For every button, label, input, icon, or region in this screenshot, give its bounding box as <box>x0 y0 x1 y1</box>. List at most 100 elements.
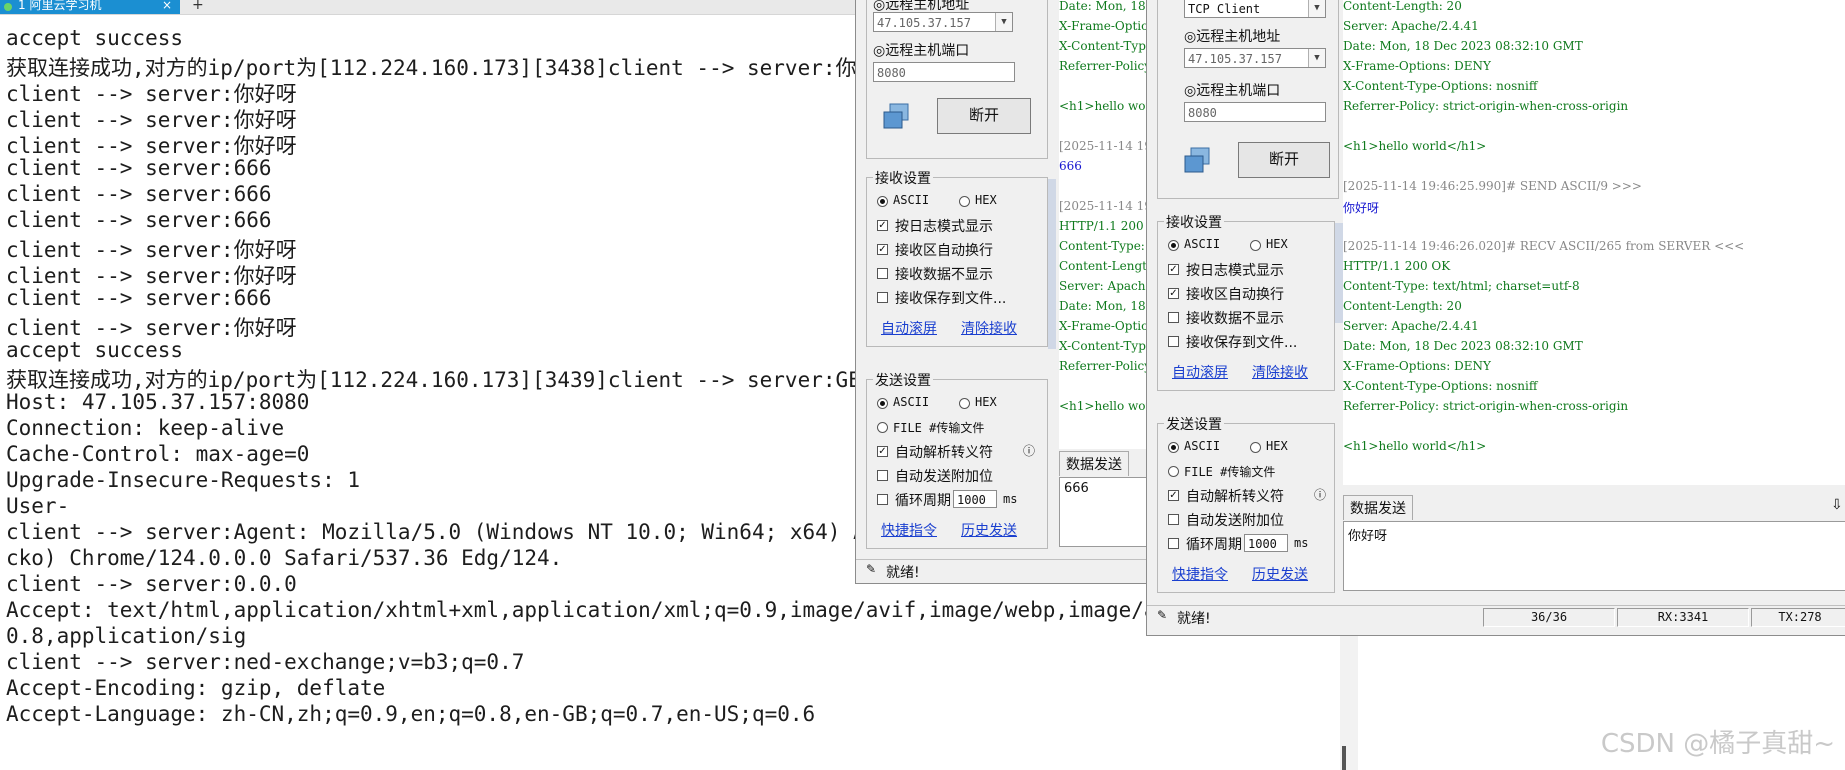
auto-wrap-checkbox[interactable]: ✓ <box>877 244 888 255</box>
pin-icon[interactable]: ⇩ <box>1831 497 1843 513</box>
data-send-tab[interactable]: 数据发送 <box>1059 451 1129 476</box>
cycle-checkbox[interactable] <box>1168 538 1179 549</box>
terminal-tab-label: 1 阿里云学习机 <box>18 0 102 12</box>
send-hex-radio[interactable] <box>1250 442 1261 453</box>
status-tx: TX:278 <box>1751 608 1845 627</box>
remote-port-label: ◎远程主机端口 <box>873 43 970 59</box>
send-input[interactable]: 666 <box>1059 477 1156 547</box>
disconnect-button[interactable]: 断开 <box>1238 142 1330 178</box>
recv-ascii-radio[interactable] <box>1168 240 1179 251</box>
auto-scroll-link[interactable]: 自动滚屏 <box>881 318 937 338</box>
info-icon[interactable]: ⓘ <box>1314 486 1326 503</box>
auto-wrap-label: 接收区自动换行 <box>895 243 993 259</box>
remote-port-input[interactable]: 8080 <box>873 62 1015 82</box>
history-link[interactable]: 历史发送 <box>1252 564 1308 584</box>
chevron-down-icon[interactable]: ▼ <box>1308 0 1325 17</box>
auto-wrap-checkbox[interactable]: ✓ <box>1168 288 1179 299</box>
remote-host-label: ◎远程主机地址 <box>1184 29 1281 45</box>
escape-label: 自动解析转义符 <box>895 445 993 461</box>
info-icon[interactable]: ⓘ <box>1023 442 1035 459</box>
cycle-input[interactable]: 1000 <box>953 490 997 508</box>
net-assistant-window-1[interactable]: ◎远程主机地址 47.105.37.157 ▼ ◎远程主机端口 8080 断开 … <box>855 0 1157 584</box>
data-send-tab[interactable]: 数据发送 <box>1343 495 1413 520</box>
escape-checkbox[interactable]: ✓ <box>877 446 888 457</box>
send-ascii-radio[interactable] <box>877 398 888 409</box>
shortcut-link[interactable]: 快捷指令 <box>881 520 937 540</box>
terminal-line: client --> server:ned-exchange;v=b3;q=0.… <box>6 650 525 674</box>
clear-receive-link[interactable]: 清除接收 <box>1252 362 1308 382</box>
remote-port-input[interactable]: 8080 <box>1184 102 1326 122</box>
send-ascii-label: ASCII <box>893 395 930 409</box>
send-hex-radio[interactable] <box>959 398 970 409</box>
send-file-radio[interactable] <box>877 422 888 433</box>
chevron-down-icon[interactable]: ▼ <box>995 13 1012 31</box>
recv-hex-radio[interactable] <box>959 196 970 207</box>
network-settings-group: ◎远程主机地址 47.105.37.157 ▼ ◎远程主机端口 8080 断开 <box>866 0 1048 159</box>
cycle-checkbox[interactable] <box>877 494 888 505</box>
clear-receive-link[interactable]: 清除接收 <box>961 318 1017 338</box>
log-line: Content-Type: text/html; charset=utf-8 <box>1059 239 1156 253</box>
log-line: Date: Mon, 18 Dec 2023 08:32:10 GMT <box>1343 339 1583 353</box>
log-line: X-Content-Type-Options: nosniff <box>1343 79 1538 93</box>
send-input[interactable]: 你好呀 <box>1343 521 1845 591</box>
log-mode-label: 按日志模式显示 <box>895 219 993 235</box>
log-line: <h1>hello world</h1> <box>1059 99 1156 113</box>
append-label: 自动发送附加位 <box>895 469 993 485</box>
net-assistant-window-2[interactable]: TCP Client ▼ ◎远程主机地址 47.105.37.157 ▼ ◎远程… <box>1146 0 1845 636</box>
cycle-input[interactable]: 1000 <box>1244 534 1288 552</box>
log-line: HTTP/1.1 200 OK <box>1059 219 1156 233</box>
send-settings-group: 发送设置 ASCII HEX FILE #传输文件 ✓ 自动解析转义符 ⓘ 自动… <box>1157 414 1335 593</box>
log-line: [2025-11-14 19:46:26.020]# RECV ASCII/26… <box>1343 239 1745 253</box>
receive-log[interactable]: Content-Length: 20 Server: Apache/2.4.41 D… <box>1343 0 1845 485</box>
new-tab-icon[interactable]: + <box>192 0 204 13</box>
send-settings-title: 发送设置 <box>873 370 933 390</box>
save-file-checkbox[interactable] <box>1168 336 1179 347</box>
history-link[interactable]: 历史发送 <box>961 520 1017 540</box>
log-line: Content-Type: text/html; charset=utf-8 <box>1343 279 1580 293</box>
log-mode-checkbox[interactable]: ✓ <box>877 220 888 231</box>
collapse-panel-handle[interactable] <box>1048 179 1056 349</box>
send-file-radio[interactable] <box>1168 466 1179 477</box>
shortcut-link[interactable]: 快捷指令 <box>1172 564 1228 584</box>
log-line: <h1>hello world</h1> <box>1343 139 1487 153</box>
terminal-tab[interactable]: 1 阿里云学习机 × <box>0 0 180 14</box>
receive-settings-group: 接收设置 ASCII HEX ✓ 按日志模式显示 ✓ 接收区自动换行 接收数据不… <box>866 168 1048 347</box>
log-line: Date: Mon, 18 Dec 2023 08:32:10 GMT <box>1059 0 1156 13</box>
log-line: Referrer-Policy: strict-origin-when-cros… <box>1059 359 1156 373</box>
recv-ascii-radio[interactable] <box>877 196 888 207</box>
watermark: CSDN @橘子真甜~ <box>1600 729 1835 759</box>
log-mode-checkbox[interactable]: ✓ <box>1168 264 1179 275</box>
terminal-scrollbar-thumb[interactable] <box>1342 746 1346 770</box>
collapse-panel-handle[interactable] <box>1335 223 1343 323</box>
log-line: Content-Length: 20 <box>1059 259 1156 273</box>
log-line: Date: Mon, 18 Dec 2023 08:32:10 GMT <box>1059 299 1156 313</box>
save-file-checkbox[interactable] <box>877 292 888 303</box>
append-checkbox[interactable] <box>877 470 888 481</box>
remote-host-input[interactable]: 47.105.37.157 ▼ <box>1184 48 1326 68</box>
close-icon[interactable]: × <box>162 0 172 12</box>
send-ascii-radio[interactable] <box>1168 442 1179 453</box>
receive-log[interactable]: Date: Mon, 18 Dec 2023 08:32:10 GMT X-Fra… <box>1059 0 1156 449</box>
log-line: X-Content-Type-Options: nosniff <box>1059 39 1156 53</box>
status-text: 就绪! <box>1177 611 1211 627</box>
terminal-line: Accept-Language: zh-CN,zh;q=0.9,en;q=0.8… <box>6 702 816 726</box>
hide-data-checkbox[interactable] <box>1168 312 1179 323</box>
mode-select[interactable]: TCP Client ▼ <box>1184 0 1326 18</box>
recv-hex-radio[interactable] <box>1250 240 1261 251</box>
receive-settings-group: 接收设置 ASCII HEX ✓ 按日志模式显示 ✓ 接收区自动换行 接收数据不… <box>1157 212 1335 391</box>
escape-checkbox[interactable]: ✓ <box>1168 490 1179 501</box>
disconnect-button[interactable]: 断开 <box>937 98 1031 134</box>
auto-scroll-link[interactable]: 自动滚屏 <box>1172 362 1228 382</box>
log-line: <h1>hello world</h1> <box>1059 399 1156 413</box>
remote-host-input[interactable]: 47.105.37.157 ▼ <box>873 12 1013 32</box>
append-checkbox[interactable] <box>1168 514 1179 525</box>
hide-data-checkbox[interactable] <box>877 268 888 279</box>
terminal-line: Accept-Encoding: gzip, deflate <box>6 676 386 700</box>
chevron-down-icon[interactable]: ▼ <box>1308 49 1325 67</box>
log-line: X-Frame-Options: DENY <box>1343 359 1491 373</box>
log-line: X-Frame-Options: DENY <box>1059 19 1156 33</box>
log-line: X-Content-Type-Options: nosniff <box>1343 379 1538 393</box>
